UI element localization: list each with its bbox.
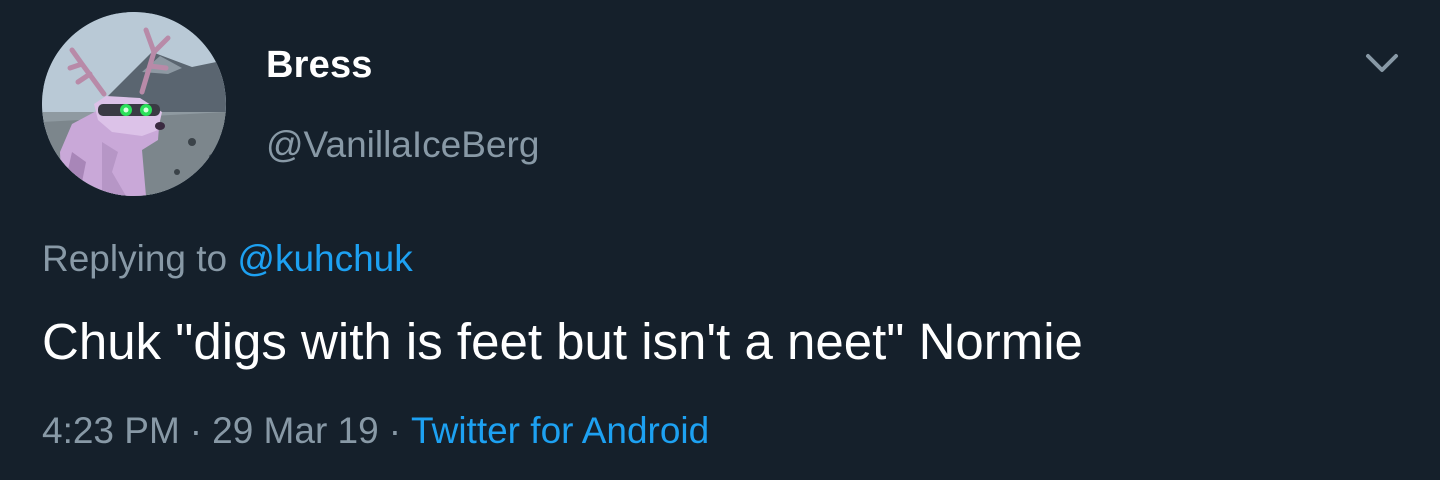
moose-bear-avatar-icon bbox=[42, 12, 226, 196]
author-display-name[interactable]: Bress bbox=[266, 44, 373, 87]
replying-to: Replying to @kuhchuk bbox=[42, 238, 413, 280]
tweet-meta: 4:23 PM · 29 Mar 19 · Twitter for Android bbox=[42, 410, 709, 452]
author-handle[interactable]: @VanillaIceBerg bbox=[266, 124, 539, 166]
reply-mention-link[interactable]: @kuhchuk bbox=[237, 238, 412, 279]
replying-to-label: Replying to bbox=[42, 238, 228, 279]
tweet-card: Bress @VanillaIceBerg Replying to @kuhch… bbox=[0, 0, 1440, 480]
meta-separator: · bbox=[189, 410, 203, 451]
avatar[interactable] bbox=[42, 12, 226, 196]
tweet-time[interactable]: 4:23 PM bbox=[42, 410, 180, 451]
meta-separator: · bbox=[388, 410, 402, 451]
tweet-date[interactable]: 29 Mar 19 bbox=[212, 410, 379, 451]
chevron-down-icon[interactable] bbox=[1362, 46, 1402, 78]
tweet-source-link[interactable]: Twitter for Android bbox=[411, 410, 709, 451]
tweet-text: Chuk "digs with is feet but isn't a neet… bbox=[42, 313, 1083, 370]
